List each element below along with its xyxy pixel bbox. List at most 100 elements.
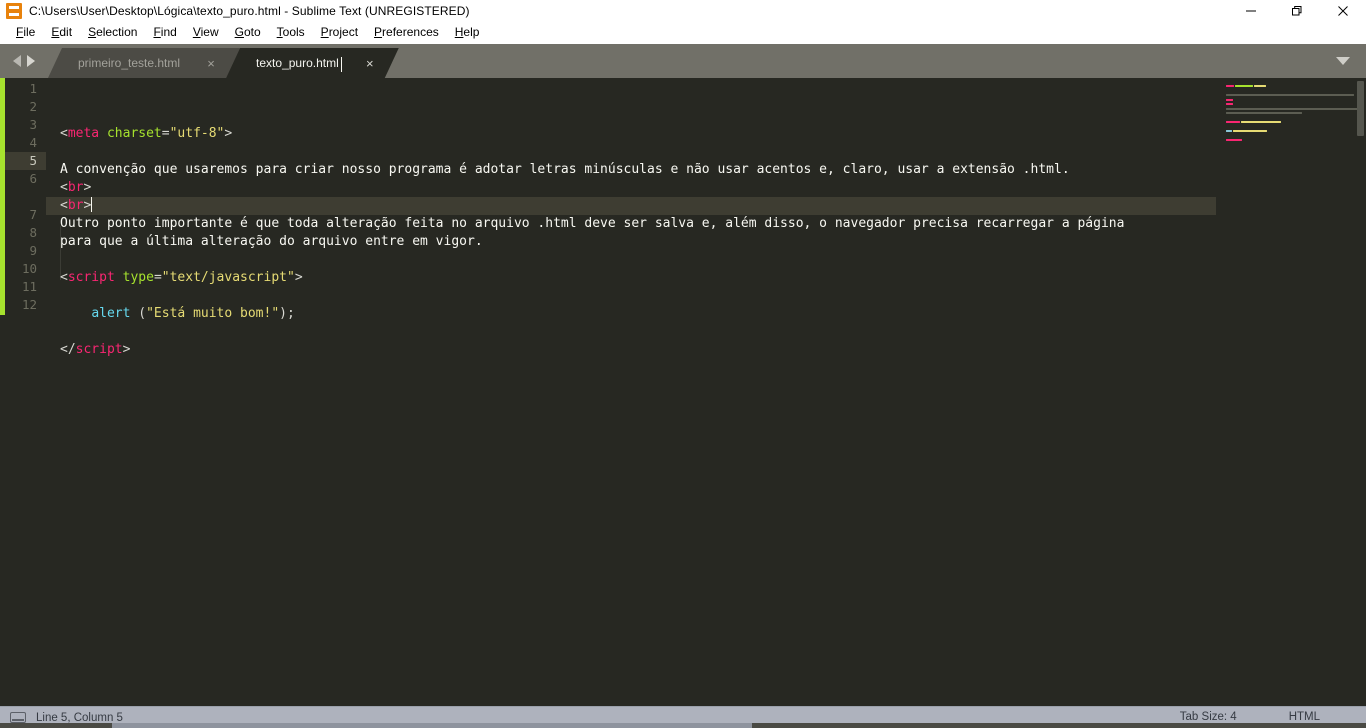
restore-icon[interactable] <box>1274 0 1320 22</box>
tab-inactive[interactable]: primeiro_teste.html × <box>48 48 240 78</box>
minimap-token <box>1233 130 1267 132</box>
code-line[interactable] <box>46 251 1216 269</box>
code-token-punc: < <box>60 270 68 285</box>
minimap-token <box>1254 85 1266 87</box>
line-number: 10 <box>21 261 37 276</box>
code-line[interactable]: <script type="text/javascript"> <box>46 269 1216 287</box>
code-token-string: "Está muito bom!" <box>146 306 280 321</box>
code-token-punc: </ <box>60 342 76 357</box>
line-number-gutter: 1 2 3 4 5 6 7 8 9 10 11 12 <box>0 78 46 706</box>
code-line[interactable]: <br> <box>46 179 1216 197</box>
menu-bar: File Edit Selection Find View Goto Tools Projec… <box>0 22 1366 44</box>
menu-item-help[interactable]: Help <box>447 23 488 42</box>
scrollbar-track-right <box>752 723 1366 728</box>
code-token-punc: ( <box>130 306 147 321</box>
tab-bar: primeiro_teste.html × texto_puro.html × <box>0 44 1366 78</box>
horizontal-scrollbar[interactable] <box>0 723 1366 728</box>
tab-label: primeiro_teste.html <box>78 56 181 70</box>
code-line[interactable]: <meta charset="utf-8"> <box>46 125 1216 143</box>
tab-nav-arrows[interactable] <box>0 44 48 78</box>
minimap-line <box>1226 111 1366 115</box>
line-number: 11 <box>21 279 37 294</box>
code-line[interactable] <box>46 287 1216 305</box>
minimap-line <box>1226 93 1366 97</box>
text-cursor <box>90 197 92 212</box>
syntax-label[interactable]: HTML <box>1289 711 1320 723</box>
line-number: 5 <box>0 152 46 170</box>
minimap-token <box>1226 139 1242 141</box>
code-token-text: Outro ponto importante é que toda altera… <box>60 216 1125 231</box>
editor-area[interactable]: 1 2 3 4 5 6 7 8 9 10 11 12 <meta charset="utf-8"> A … <box>0 78 1366 706</box>
code-token-tag: script <box>67 270 115 285</box>
minimize-icon[interactable] <box>1228 0 1274 22</box>
minimap-token <box>1226 112 1302 114</box>
menu-item-tools[interactable]: Tools <box>269 23 313 42</box>
minimap[interactable] <box>1216 78 1366 706</box>
minimap-line <box>1226 138 1366 142</box>
code-token-text: para que a última alteração do arquivo e… <box>60 234 483 249</box>
line-number: 7 <box>29 207 37 222</box>
code-line[interactable]: para que a última alteração do arquivo e… <box>46 233 1216 251</box>
code-token-punc: > <box>83 180 92 195</box>
menu-item-find[interactable]: Find <box>145 23 184 42</box>
line-number: 4 <box>29 135 37 150</box>
arrow-left-icon[interactable] <box>13 55 21 67</box>
line-number: 6 <box>29 171 37 186</box>
minimap-line <box>1226 89 1366 93</box>
minimap-token <box>1241 121 1281 123</box>
code-token-tag: script <box>75 342 123 357</box>
status-bar: Line 5, Column 5 Tab Size: 4 HTML <box>0 706 1366 728</box>
tab-size-label[interactable]: Tab Size: 4 <box>1180 711 1237 723</box>
code-line[interactable]: alert ("Está muito bom!"); <box>46 305 1216 323</box>
minimap-line <box>1226 98 1366 102</box>
minimap-line <box>1226 102 1366 106</box>
code-token-text: A convenção que usaremos para criar noss… <box>60 162 1070 177</box>
menu-item-goto[interactable]: Goto <box>227 23 269 42</box>
code-token-fn: alert <box>91 306 131 321</box>
code-token-tag: meta <box>67 126 100 141</box>
line-number <box>0 188 46 206</box>
minimap-token <box>1226 107 1358 110</box>
menu-item-file[interactable]: File <box>8 23 43 42</box>
code-token-punc: < <box>60 180 68 195</box>
minimap-token <box>1226 85 1234 87</box>
menu-item-selection[interactable]: Selection <box>80 23 145 42</box>
minimap-token <box>1235 85 1253 87</box>
minimap-token <box>1226 103 1233 105</box>
line-number: 8 <box>29 225 37 240</box>
tab-active[interactable]: texto_puro.html × <box>226 48 399 78</box>
code-token-punc: > <box>224 126 233 141</box>
code-line[interactable] <box>46 323 1216 341</box>
scrollbar-track-left <box>0 723 112 728</box>
menu-item-preferences[interactable]: Preferences <box>366 23 447 42</box>
code-content[interactable]: <meta charset="utf-8"> A convenção que us… <box>46 78 1216 706</box>
minimap-line <box>1226 84 1366 88</box>
code-token-string: "text/javascript" <box>161 270 295 285</box>
code-line[interactable]: <br> <box>46 197 1216 215</box>
code-line[interactable]: Outro ponto importante é que toda altera… <box>46 215 1216 233</box>
arrow-right-icon[interactable] <box>27 55 35 67</box>
menu-item-edit[interactable]: Edit <box>43 23 80 42</box>
close-icon[interactable] <box>1320 0 1366 22</box>
code-token-attr: type <box>122 270 154 285</box>
minimap-scroll-thumb[interactable] <box>1357 81 1364 136</box>
minimap-token <box>1226 121 1240 123</box>
tab-close-icon[interactable]: × <box>357 48 383 78</box>
line-number: 1 <box>29 81 37 96</box>
menu-item-view[interactable]: View <box>185 23 227 42</box>
tab-close-icon[interactable]: × <box>198 48 224 78</box>
cursor-position: Line 5, Column 5 <box>36 711 123 724</box>
code-line[interactable] <box>46 143 1216 161</box>
code-line[interactable]: A convenção que usaremos para criar noss… <box>46 161 1216 179</box>
menu-item-project[interactable]: Project <box>313 23 366 42</box>
title-bar: C:\Users\User\Desktop\Lógica\texto_puro.… <box>0 0 1366 22</box>
code-line[interactable]: </script> <box>46 341 1216 359</box>
code-token-punc: > <box>294 270 303 285</box>
line-number: 3 <box>29 117 37 132</box>
minimap-line <box>1226 116 1366 120</box>
minimap-token <box>1226 130 1232 132</box>
panel-toggle-icon[interactable] <box>10 712 26 723</box>
scrollbar-thumb[interactable] <box>112 723 752 728</box>
tab-list-dropdown[interactable] <box>1320 44 1366 78</box>
